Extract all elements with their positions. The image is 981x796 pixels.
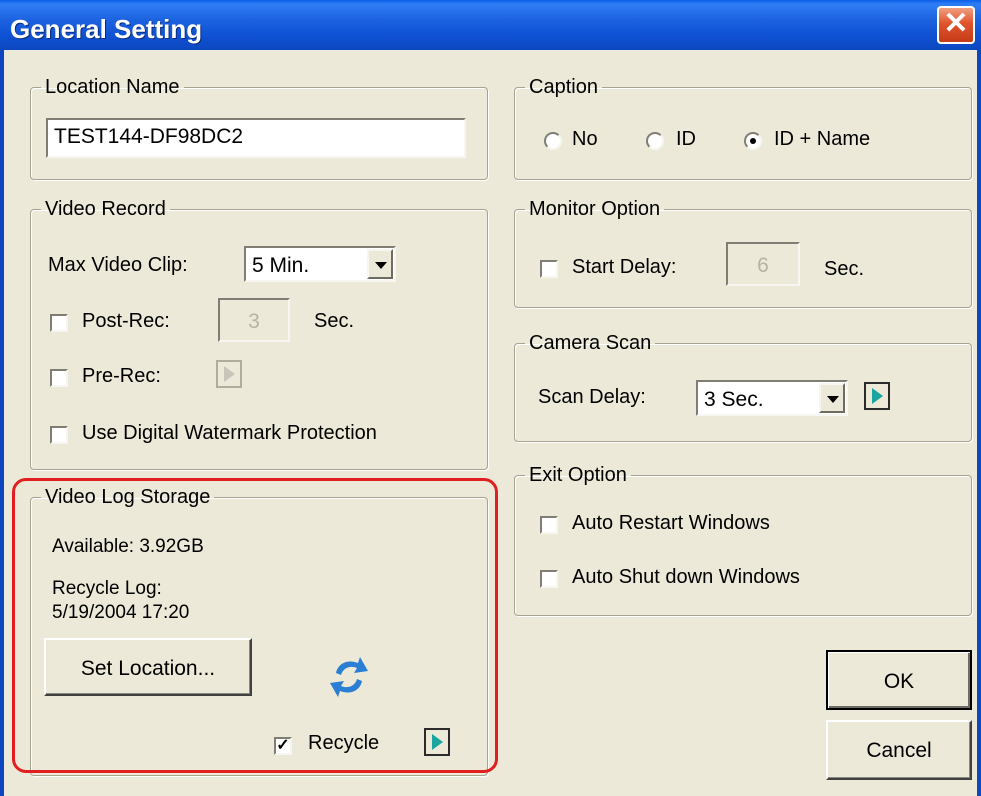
start-delay-label: Start Delay: xyxy=(572,256,677,278)
auto-restart-checkbox[interactable] xyxy=(540,516,558,534)
pre-rec-label: Pre-Rec: xyxy=(82,365,161,387)
window-frame-right xyxy=(977,50,981,796)
exit-option-legend: Exit Option xyxy=(529,464,627,486)
start-delay-checkbox[interactable] xyxy=(540,260,558,278)
post-rec-unit: Sec. xyxy=(314,310,355,332)
highlight-box xyxy=(12,478,498,773)
post-rec-seconds-value: 3 xyxy=(248,310,260,333)
chevron-down-icon[interactable] xyxy=(819,383,845,413)
scan-delay-value: 3 Sec. xyxy=(704,388,764,411)
camera-scan-legend: Camera Scan xyxy=(529,332,652,354)
caption-legend: Caption xyxy=(529,76,598,98)
chevron-down-icon[interactable] xyxy=(367,249,393,279)
post-rec-checkbox[interactable] xyxy=(50,314,68,332)
scan-delay-select[interactable]: 3 Sec. xyxy=(696,380,848,416)
max-video-clip-select[interactable]: 5 Min. xyxy=(244,246,396,282)
cancel-label: Cancel xyxy=(866,739,932,762)
auto-restart-label: Auto Restart Windows xyxy=(572,512,770,534)
scan-delay-play-icon[interactable] xyxy=(864,382,890,410)
ok-button[interactable]: OK xyxy=(826,650,972,710)
start-delay-unit: Sec. xyxy=(824,258,865,280)
location-name-legend: Location Name xyxy=(45,76,180,98)
monitor-option-legend: Monitor Option xyxy=(529,198,661,220)
exit-option-group: Exit Option xyxy=(514,464,972,616)
title-bar: General Setting ✕ xyxy=(0,0,981,50)
auto-shutdown-label: Auto Shut down Windows xyxy=(572,566,800,588)
pre-rec-play-icon[interactable] xyxy=(216,360,242,388)
caption-no-label: No xyxy=(572,128,598,150)
scan-delay-label: Scan Delay: xyxy=(538,386,646,408)
video-record-legend: Video Record xyxy=(45,198,166,220)
start-delay-input[interactable]: 6 xyxy=(726,242,800,286)
location-name-value: TEST144-DF98DC2 xyxy=(54,125,244,148)
cancel-button[interactable]: Cancel xyxy=(826,720,972,780)
watermark-label: Use Digital Watermark Protection xyxy=(82,422,377,444)
caption-id-label: ID xyxy=(676,128,696,150)
max-video-clip-label: Max Video Clip: xyxy=(48,254,188,276)
close-icon: ✕ xyxy=(943,7,969,40)
ok-label: OK xyxy=(883,670,915,693)
radio-selected-dot xyxy=(750,138,756,144)
caption-id-radio[interactable] xyxy=(646,132,664,150)
caption-id-name-radio[interactable] xyxy=(744,132,762,150)
post-rec-seconds-input[interactable]: 3 xyxy=(218,298,290,342)
window-title: General Setting xyxy=(10,14,203,44)
watermark-checkbox[interactable] xyxy=(50,426,68,444)
start-delay-value: 6 xyxy=(757,254,769,277)
post-rec-label: Post-Rec: xyxy=(82,310,170,332)
max-video-clip-value: 5 Min. xyxy=(252,254,310,277)
caption-no-radio[interactable] xyxy=(544,132,562,150)
auto-shutdown-checkbox[interactable] xyxy=(540,570,558,588)
location-name-input[interactable]: TEST144-DF98DC2 xyxy=(46,118,466,158)
pre-rec-checkbox[interactable] xyxy=(50,369,68,387)
close-button[interactable]: ✕ xyxy=(937,6,975,44)
window-frame-left xyxy=(0,50,4,796)
caption-id-name-label: ID + Name xyxy=(774,128,871,150)
